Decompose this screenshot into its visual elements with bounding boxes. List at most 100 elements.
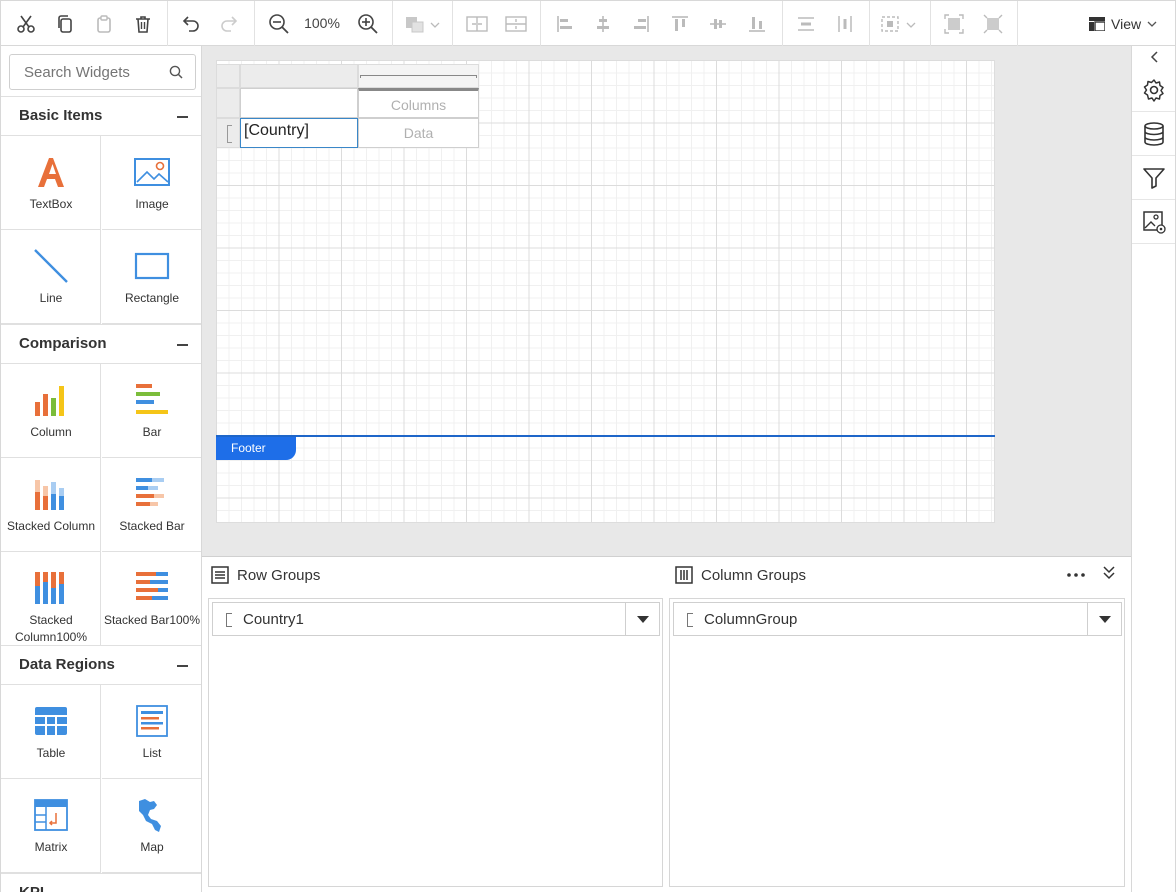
distribute-vertical-icon[interactable] (787, 1, 825, 46)
stacked-bar-icon (132, 476, 172, 512)
footer-divider[interactable] (216, 435, 995, 437)
zoom-in-icon[interactable] (349, 1, 387, 46)
image-icon (132, 154, 172, 190)
toolbar: 100% View (0, 0, 1176, 46)
copy-icon[interactable] (46, 1, 84, 46)
data-cell[interactable]: Data (358, 118, 479, 148)
collapse-panel-icon[interactable] (1102, 565, 1116, 584)
undo-icon[interactable] (172, 1, 210, 46)
split-cells-icon[interactable] (497, 1, 535, 46)
settings-gear-icon[interactable] (1132, 68, 1175, 112)
widget-panel: Basic Items TextBox Image Line Rectangle… (0, 46, 202, 892)
collapse-icon[interactable] (177, 665, 188, 667)
widget-stacked-column[interactable]: Stacked Column (1, 458, 101, 552)
columns-cell[interactable]: Columns (358, 88, 479, 118)
category-title: KPI (19, 884, 44, 892)
more-options-icon[interactable] (1066, 565, 1086, 588)
corner-handle[interactable] (216, 64, 240, 88)
widget-line[interactable]: Line (1, 230, 101, 324)
corner-cell[interactable] (240, 88, 358, 118)
collapse-icon[interactable] (177, 344, 188, 346)
stacked-column100-icon (31, 570, 71, 606)
column-handle[interactable] (240, 64, 358, 88)
arrange-dropdown-icon[interactable] (401, 1, 445, 46)
redo-icon[interactable] (210, 1, 248, 46)
widget-label: Stacked Column100% (14, 613, 88, 644)
align-center-icon[interactable] (584, 1, 622, 46)
align-middle-icon[interactable] (699, 1, 737, 46)
widget-stacked-bar[interactable]: Stacked Bar (102, 458, 201, 552)
view-label: View (1111, 15, 1142, 32)
table-icon (31, 703, 71, 739)
search-input[interactable] (10, 55, 160, 89)
widget-stacked-bar100[interactable]: Stacked Bar100% (102, 552, 201, 646)
widget-table[interactable]: Table (1, 685, 101, 779)
list-icon (132, 703, 172, 739)
property-rail (1131, 46, 1176, 892)
row-group-item[interactable]: Country1 (212, 602, 660, 636)
database-icon[interactable] (1132, 112, 1175, 156)
merge-cells-icon[interactable] (458, 1, 496, 46)
widget-label: Stacked Bar100% (103, 613, 201, 627)
bar-chart-icon (132, 382, 172, 418)
search-box (9, 54, 196, 90)
footer-tag[interactable]: Footer (216, 437, 296, 460)
row-groups-icon (211, 566, 229, 584)
zoom-level[interactable]: 100% (299, 15, 345, 31)
search-icon[interactable] (169, 65, 183, 79)
group-bracket-icon (226, 613, 232, 627)
column-group-dropdown-button[interactable] (1087, 603, 1121, 635)
widget-bar[interactable]: Bar (102, 364, 201, 458)
filter-icon[interactable] (1132, 156, 1175, 200)
category-kpi[interactable]: KPI (1, 873, 201, 892)
row-group-dropdown-button[interactable] (625, 603, 659, 635)
widget-label: Matrix (34, 840, 68, 854)
category-basic-items[interactable]: Basic Items (1, 96, 201, 136)
widget-label: Bar (142, 425, 162, 439)
column-groups-header: Column Groups (675, 557, 806, 593)
widget-image[interactable]: Image (102, 136, 201, 230)
grouping-panel: Row Groups Column Groups Country1 Column… (202, 556, 1131, 892)
row-handle[interactable] (216, 118, 240, 148)
widget-textbox[interactable]: TextBox (1, 136, 101, 230)
row-group-name: Country1 (243, 611, 304, 628)
collapse-icon[interactable] (177, 116, 188, 118)
row-handle[interactable] (216, 88, 240, 118)
widget-label: Column (30, 425, 72, 439)
zoom-out-icon[interactable] (260, 1, 298, 46)
image-settings-icon[interactable] (1132, 200, 1175, 244)
fit-page-icon[interactable] (974, 1, 1012, 46)
fit-width-icon[interactable] (935, 1, 973, 46)
column-handle[interactable] (358, 64, 479, 88)
stacked-bar100-icon (132, 570, 172, 606)
paste-icon[interactable] (85, 1, 123, 46)
report-body[interactable]: Columns [Country] Data Footer (216, 60, 995, 523)
align-bottom-icon[interactable] (738, 1, 776, 46)
view-menu-button[interactable]: View (1089, 1, 1169, 46)
cut-icon[interactable] (7, 1, 45, 46)
row-group-cell[interactable]: [Country] (240, 118, 358, 148)
collapse-rail-icon[interactable] (1132, 46, 1175, 68)
align-left-icon[interactable] (546, 1, 584, 46)
size-dropdown-icon[interactable] (876, 1, 922, 46)
align-right-icon[interactable] (622, 1, 660, 46)
widget-map[interactable]: Map (102, 779, 201, 873)
delete-icon[interactable] (124, 1, 162, 46)
widget-stacked-column100[interactable]: Stacked Column100% (1, 552, 101, 646)
distribute-horizontal-icon[interactable] (826, 1, 864, 46)
align-top-icon[interactable] (661, 1, 699, 46)
widget-rectangle[interactable]: Rectangle (102, 230, 201, 324)
column-groups-box: ColumnGroup (669, 598, 1125, 887)
widget-column[interactable]: Column (1, 364, 101, 458)
category-data-regions[interactable]: Data Regions (1, 645, 201, 685)
group-bracket-icon (687, 613, 693, 627)
widget-label: Table (36, 746, 66, 760)
widget-label: Line (39, 291, 63, 305)
map-icon (132, 797, 172, 833)
widget-matrix[interactable]: Matrix (1, 779, 101, 873)
category-comparison[interactable]: Comparison (1, 324, 201, 364)
widget-label: Stacked Bar (119, 519, 185, 533)
column-group-item[interactable]: ColumnGroup (673, 602, 1122, 636)
widget-list[interactable]: List (102, 685, 201, 779)
view-layout-icon (1089, 16, 1105, 31)
